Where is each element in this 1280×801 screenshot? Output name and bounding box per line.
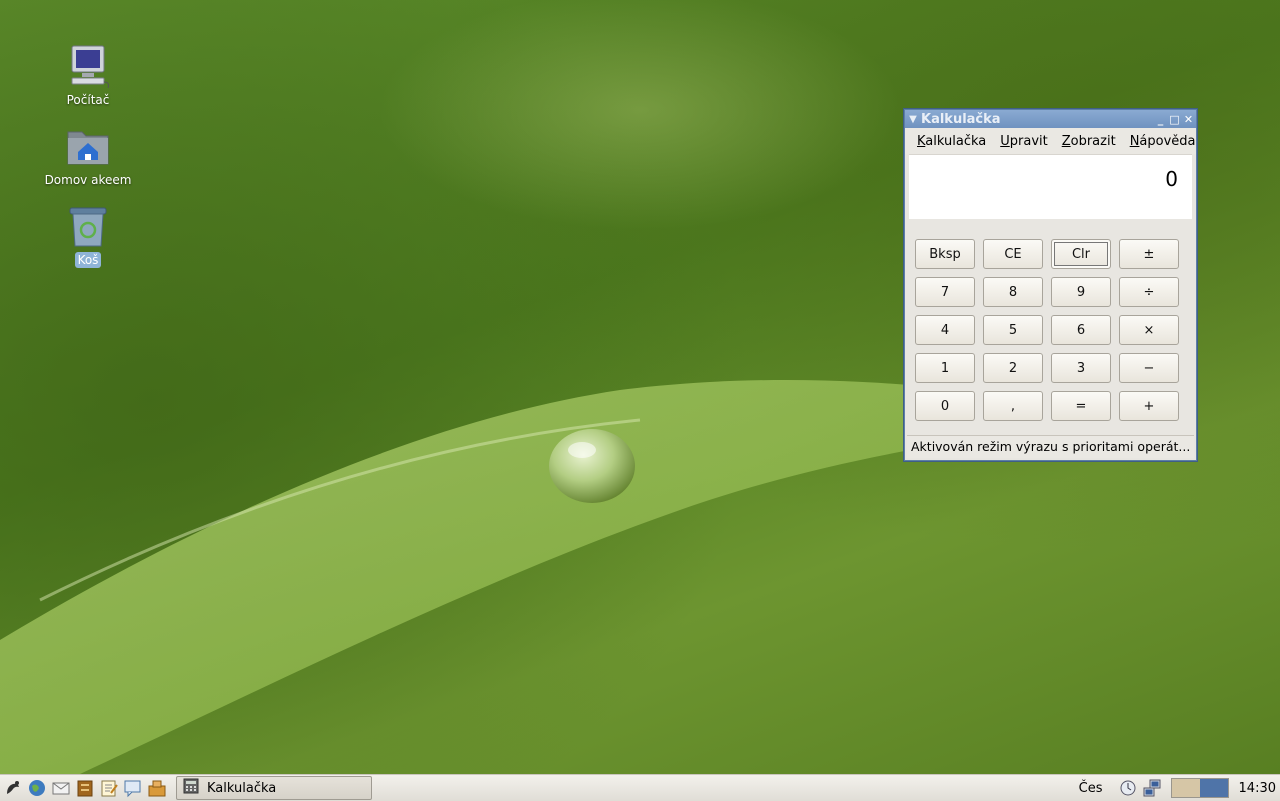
key-clear-entry[interactable]: CE [983, 239, 1043, 269]
browser-icon[interactable] [26, 777, 48, 799]
key-add[interactable]: + [1119, 391, 1179, 421]
menu-mnemonic: Z [1061, 133, 1071, 149]
key-7[interactable]: 7 [915, 277, 975, 307]
menu-icon[interactable] [2, 777, 24, 799]
key-8[interactable]: 8 [983, 277, 1043, 307]
task-button-label: Kalkulačka [207, 780, 277, 796]
chat-icon[interactable] [122, 777, 144, 799]
file-manager-icon[interactable] [74, 777, 96, 799]
desktop-icon-computer[interactable]: Počítač [38, 42, 138, 108]
menu-mnemonic: U [1000, 133, 1010, 149]
key-5[interactable]: 5 [983, 315, 1043, 345]
key-1[interactable]: 1 [915, 353, 975, 383]
desktop: Počítač Domov akeem Koš ▼ Kalkulačka _ □… [0, 0, 1280, 774]
key-4[interactable]: 4 [915, 315, 975, 345]
calculator-window[interactable]: ▼ Kalkulačka _ □ ✕ Kalkulačka Upravit Zo… [904, 109, 1197, 461]
key-0[interactable]: 0 [915, 391, 975, 421]
workspace-switcher[interactable] [1170, 778, 1229, 798]
calculator-display[interactable]: 0 [909, 154, 1192, 219]
key-3[interactable]: 3 [1051, 353, 1111, 383]
calculator-icon [183, 778, 201, 798]
maximize-icon[interactable]: □ [1168, 113, 1181, 126]
clock[interactable]: 14:30 [1239, 781, 1276, 796]
key-subtract[interactable]: − [1119, 353, 1179, 383]
home-folder-icon [64, 122, 112, 170]
key-decimal[interactable]: , [983, 391, 1043, 421]
mail-icon[interactable] [50, 777, 72, 799]
desktop-icon-label: Koš [74, 252, 102, 268]
key-clear[interactable]: Clr [1051, 239, 1111, 269]
key-backspace[interactable]: Bksp [915, 239, 975, 269]
text-editor-icon[interactable] [98, 777, 120, 799]
close-icon[interactable]: ✕ [1182, 113, 1195, 126]
key-6[interactable]: 6 [1051, 315, 1111, 345]
menu-label-rest: ápověda [1139, 133, 1196, 149]
key-divide[interactable]: ÷ [1119, 277, 1179, 307]
menu-napoveda[interactable]: Nápověda [1123, 134, 1203, 149]
trash-icon [64, 202, 112, 250]
workspace-1[interactable] [1171, 779, 1200, 797]
desktop-icon-label: Domov akeem [44, 173, 132, 187]
title-bar[interactable]: ▼ Kalkulačka _ □ ✕ [905, 110, 1196, 128]
key-9[interactable]: 9 [1051, 277, 1111, 307]
menu-upravit[interactable]: Upravit [993, 134, 1054, 149]
desktop-icon-label: Počítač [66, 93, 110, 107]
taskbar: Kalkulačka Čes 14:30 [0, 774, 1280, 801]
menu-label-rest: alkulačka [925, 133, 987, 149]
network-icon[interactable] [1141, 777, 1163, 799]
window-title: Kalkulačka [921, 111, 1001, 127]
update-notifier-icon[interactable] [1117, 777, 1139, 799]
status-bar: Aktivován režim výrazu s prioritami oper… [907, 435, 1194, 458]
key-change-sign[interactable]: ± [1119, 239, 1179, 269]
keypad: Bksp CE Clr ± 7 8 9 ÷ 4 5 6 × 1 2 3 − 0 … [915, 239, 1179, 421]
menu-label-rest: obrazit [1070, 133, 1116, 149]
workspace-2[interactable] [1199, 779, 1228, 797]
key-multiply[interactable]: × [1119, 315, 1179, 345]
key-equals[interactable]: = [1051, 391, 1111, 421]
menu-kalkulacka[interactable]: Kalkulačka [910, 134, 993, 149]
menu-bar: Kalkulačka Upravit Zobrazit Nápověda [905, 128, 1196, 154]
key-2[interactable]: 2 [983, 353, 1043, 383]
desktop-icon-home[interactable]: Domov akeem [38, 122, 138, 188]
minimize-icon[interactable]: _ [1154, 113, 1167, 126]
computer-icon [64, 42, 112, 90]
desktop-icon-trash[interactable]: Koš [38, 202, 138, 268]
menu-zobrazit[interactable]: Zobrazit [1055, 134, 1123, 149]
display-value: 0 [1165, 167, 1178, 191]
package-icon[interactable] [146, 777, 168, 799]
keyboard-layout-indicator[interactable]: Čes [1079, 781, 1103, 796]
task-button-calculator[interactable]: Kalkulačka [176, 776, 372, 800]
menu-mnemonic: N [1129, 133, 1140, 149]
menu-label-rest: pravit [1009, 133, 1048, 149]
window-menu-icon[interactable]: ▼ [905, 114, 921, 125]
